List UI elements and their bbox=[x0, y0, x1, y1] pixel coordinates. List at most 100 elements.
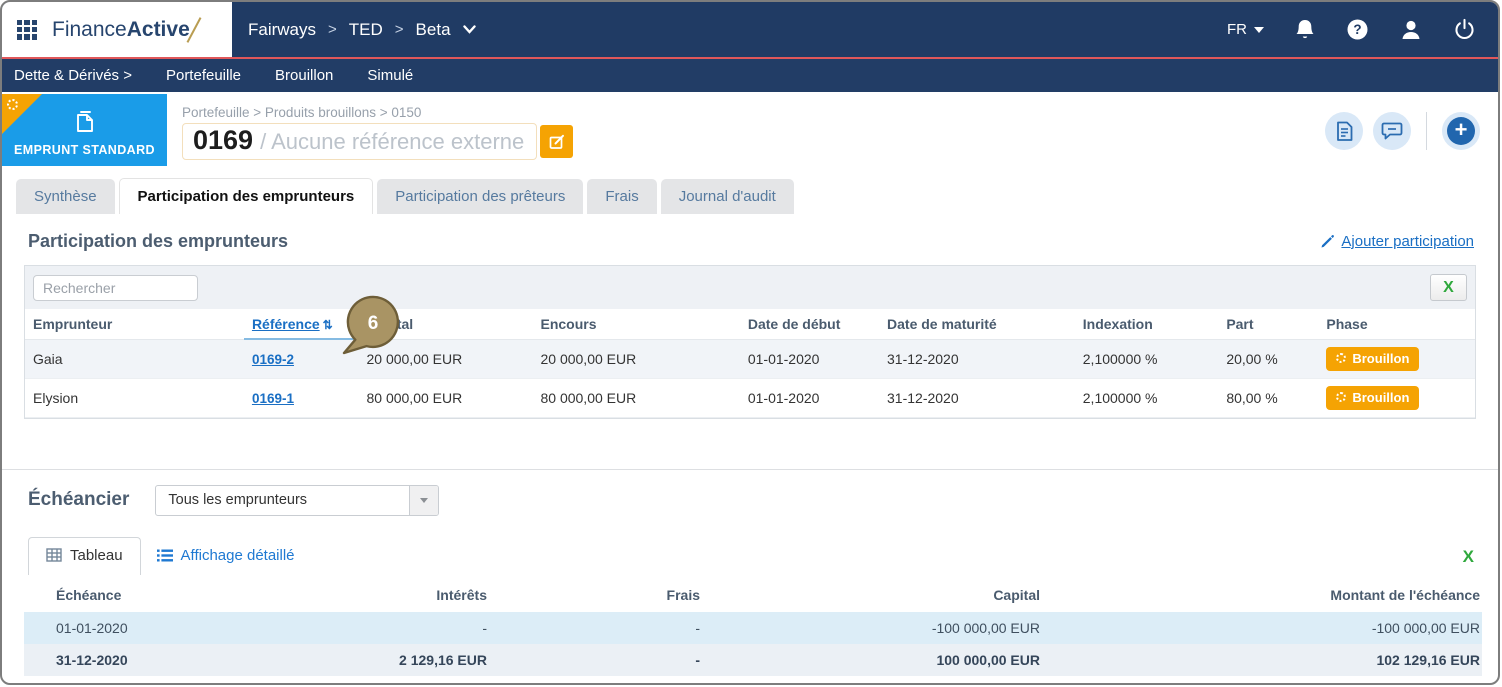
logo-finance: Finance bbox=[52, 17, 127, 41]
tab-affichage-detaille[interactable]: Affichage détaillé bbox=[141, 538, 311, 575]
cell-date-maturite: 31-12-2020 bbox=[879, 378, 1075, 418]
table-row: 31-12-2020 2 129,16 EUR - 100 000,00 EUR… bbox=[24, 643, 1482, 676]
context-breadcrumb: Fairways > TED > Beta bbox=[232, 2, 476, 57]
col-interets: Intérêts bbox=[436, 586, 487, 603]
col-date-maturite[interactable]: Date de maturité bbox=[879, 309, 1075, 340]
document-copy-icon bbox=[77, 111, 93, 132]
reference-link[interactable]: 0169-1 bbox=[252, 391, 294, 406]
col-reference-sorted[interactable]: Référence ⇅ bbox=[243, 309, 359, 340]
top-bar: Finance Active Fairways > TED > Beta FR ? bbox=[2, 2, 1498, 59]
cell-capital: -100 000,00 EUR bbox=[702, 611, 1042, 644]
cell-part: 20,00 % bbox=[1218, 339, 1319, 379]
draft-spinner-icon bbox=[1336, 353, 1347, 363]
cell-frais: - bbox=[489, 643, 702, 676]
bell-icon[interactable] bbox=[1294, 18, 1316, 42]
language-label: FR bbox=[1227, 21, 1247, 38]
product-breadcrumb[interactable]: Portefeuille > Produits brouillons > 015… bbox=[182, 105, 1498, 120]
document-icon bbox=[1336, 121, 1352, 141]
user-icon[interactable] bbox=[1399, 18, 1423, 42]
chevron-down-icon[interactable] bbox=[462, 25, 476, 34]
excel-icon: X bbox=[1443, 278, 1454, 296]
breadcrumb-beta[interactable]: Beta bbox=[416, 20, 451, 40]
cell-capital: 20 000,00 EUR bbox=[358, 339, 533, 379]
breadcrumb-fairways[interactable]: Fairways bbox=[248, 20, 316, 40]
comments-button[interactable] bbox=[1373, 112, 1411, 150]
participation-table: Emprunteur Référence ⇅ Capital Encours Da… bbox=[25, 309, 1475, 418]
cell-indexation: 2,100000 % bbox=[1074, 378, 1219, 418]
product-code: 0169 bbox=[193, 125, 254, 155]
section-title: Participation des emprunteurs bbox=[28, 231, 289, 251]
module-nav: Dette & Dérivés > Portefeuille Brouillon… bbox=[2, 59, 1498, 92]
plus-icon: + bbox=[1447, 117, 1475, 145]
tab-frais[interactable]: Frais bbox=[587, 179, 657, 214]
dropdown-caret-button[interactable] bbox=[409, 485, 439, 515]
tab-participation-emprunteurs[interactable]: Participation des emprunteurs bbox=[118, 178, 374, 214]
echeancier-section: Échéancier Tous les emprunteurs Tableau bbox=[2, 470, 1498, 676]
col-echeance: Échéance bbox=[56, 586, 122, 603]
breadcrumb-ted[interactable]: TED bbox=[349, 20, 383, 40]
table-row: 01-01-2020 - - -100 000,00 EUR -100 000,… bbox=[24, 611, 1482, 644]
nav-simule[interactable]: Simulé bbox=[367, 67, 413, 84]
echeancier-table: Échéance Intérêts Frais Capital Montant … bbox=[24, 579, 1482, 676]
col-phase[interactable]: Phase bbox=[1318, 309, 1475, 340]
notes-button[interactable] bbox=[1325, 112, 1363, 150]
cell-capital: 100 000,00 EUR bbox=[702, 643, 1042, 676]
help-icon[interactable]: ? bbox=[1346, 18, 1369, 41]
cell-part: 80,00 % bbox=[1218, 378, 1319, 418]
cell-echeance: 31-12-2020 bbox=[54, 643, 244, 676]
col-part[interactable]: Part bbox=[1218, 309, 1319, 340]
echeancier-view-tabs: Tableau Affichage détaillé X bbox=[28, 536, 1474, 575]
edit-reference-button[interactable] bbox=[540, 125, 574, 158]
power-icon[interactable] bbox=[1453, 18, 1476, 41]
language-selector[interactable]: FR bbox=[1227, 21, 1264, 38]
cell-date-debut: 01-01-2020 bbox=[739, 339, 880, 379]
col-indexation[interactable]: Indexation bbox=[1074, 309, 1219, 340]
table-toolbar: X bbox=[25, 266, 1475, 309]
excel-export-button[interactable]: X bbox=[1430, 274, 1467, 301]
cell-encours: 20 000,00 EUR bbox=[532, 339, 740, 379]
sort-icon: ⇅ bbox=[322, 318, 333, 332]
add-participation-link[interactable]: Ajouter participation bbox=[1320, 233, 1474, 250]
cell-emprunteur: Elysion bbox=[25, 378, 244, 418]
chat-bubble-icon bbox=[1381, 122, 1403, 140]
actions-divider bbox=[1426, 112, 1427, 150]
logo-active: Active bbox=[126, 17, 190, 41]
cell-interets: 2 129,16 EUR bbox=[244, 643, 489, 676]
nav-portefeuille[interactable]: Portefeuille bbox=[166, 67, 241, 84]
add-button[interactable]: + bbox=[1442, 112, 1480, 150]
participation-section: Participation des emprunteurs Ajouter pa… bbox=[2, 214, 1498, 419]
col-frais: Frais bbox=[666, 586, 700, 603]
table-header-row: Échéance Intérêts Frais Capital Montant … bbox=[24, 579, 1482, 612]
logo-area[interactable]: Finance Active bbox=[2, 2, 232, 57]
tab-journal-audit[interactable]: Journal d'audit bbox=[660, 179, 794, 214]
product-header: EMPRUNT STANDARD Portefeuille > Produits… bbox=[2, 92, 1498, 178]
participation-table-container: X Emprunteur Référence⇅ Capital Encours … bbox=[24, 265, 1476, 419]
cell-interets: - bbox=[244, 611, 489, 644]
caret-down-icon bbox=[420, 497, 429, 503]
product-tabs: Synthèse Participation des emprunteurs P… bbox=[2, 178, 1498, 214]
nav-dette-derives[interactable]: Dette & Dérivés > bbox=[14, 67, 132, 84]
phase-badge[interactable]: Brouillon bbox=[1326, 385, 1420, 410]
cell-capital: 80 000,00 EUR bbox=[358, 378, 533, 418]
col-capital[interactable]: Capital bbox=[358, 309, 533, 340]
cell-encours: 80 000,00 EUR bbox=[532, 378, 740, 418]
nav-brouillon[interactable]: Brouillon bbox=[275, 67, 333, 84]
app-grid-icon[interactable] bbox=[17, 19, 37, 40]
cell-date-debut: 01-01-2020 bbox=[739, 378, 880, 418]
tab-synthese[interactable]: Synthèse bbox=[16, 179, 115, 214]
tab-participation-preteurs[interactable]: Participation des prêteurs bbox=[377, 179, 584, 214]
app-window: Finance Active Fairways > TED > Beta FR ?… bbox=[0, 0, 1500, 685]
reference-link[interactable]: 0169-2 bbox=[252, 352, 294, 367]
breadcrumb-separator: > bbox=[394, 21, 404, 38]
borrower-filter-dropdown[interactable]: Tous les emprunteurs bbox=[155, 484, 440, 516]
header-actions: + bbox=[1325, 112, 1480, 150]
excel-export-icon[interactable]: X bbox=[1463, 547, 1474, 575]
col-date-debut[interactable]: Date de début bbox=[739, 309, 880, 340]
col-emprunteur[interactable]: Emprunteur bbox=[25, 309, 244, 340]
search-input[interactable] bbox=[33, 274, 198, 301]
echeancier-title: Échéancier bbox=[28, 489, 130, 510]
phase-badge[interactable]: Brouillon bbox=[1326, 346, 1420, 371]
tab-tableau[interactable]: Tableau bbox=[28, 536, 141, 575]
col-encours[interactable]: Encours bbox=[532, 309, 740, 340]
cell-date-maturite: 31-12-2020 bbox=[879, 339, 1075, 379]
